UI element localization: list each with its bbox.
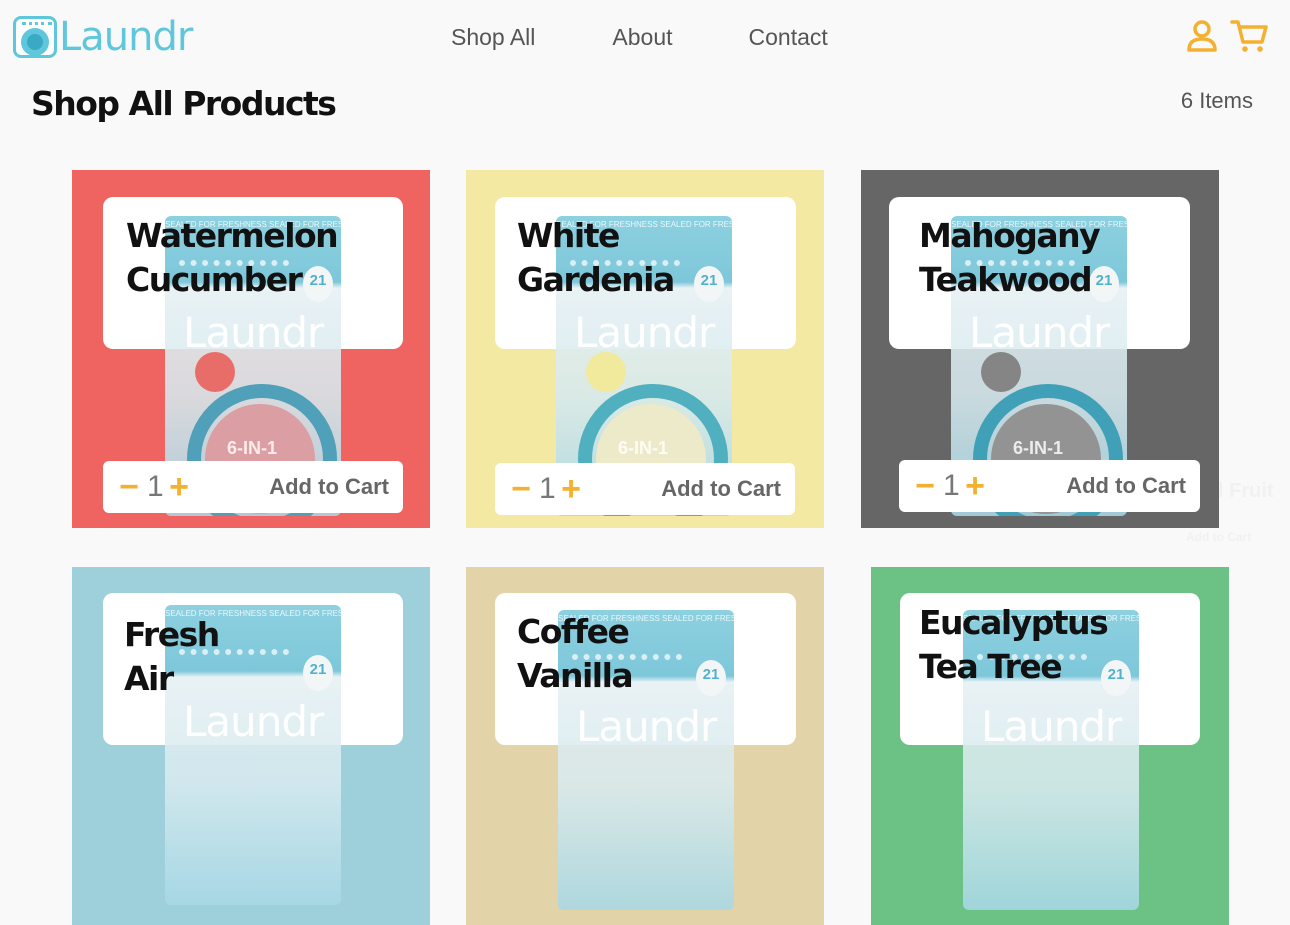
product-name: Coffee Vanilla [517,612,634,695]
product-name: White Gardenia [517,216,675,299]
page-title: Shop All Products [31,84,337,123]
item-count: 6 Items [1180,88,1253,113]
product-card-eucalyptus-tea-tree[interactable]: SEALED FOR FRESHNESS SEALED FOR FRESHNES… [871,567,1229,925]
increment-button[interactable]: + [167,470,191,504]
product-name: Watermelon Cucumber [126,216,339,299]
product-card-white-gardenia[interactable]: SEALED FOR FRESHNESS SEALED FOR FRESHNES… [466,170,824,528]
quantity-bar: − 1 + Add to Cart [495,463,795,515]
product-card-mahogany-teakwood[interactable]: SEALED FOR FRESHNESS SEALED FOR FRESHNES… [861,170,1219,528]
user-icon[interactable] [1186,19,1218,58]
nav-shop-all[interactable]: Shop All [451,24,535,51]
increment-button[interactable]: + [559,472,583,506]
decrement-button[interactable]: − [509,472,533,506]
washing-machine-icon [13,16,57,58]
add-to-cart-button[interactable]: Add to Cart [1066,473,1186,499]
decrement-button[interactable]: − [913,469,937,503]
brand-logo[interactable]: Laundr [13,14,193,60]
add-to-cart-button[interactable]: Add to Cart [661,476,781,502]
cart-icon[interactable] [1230,18,1268,59]
product-name: Fresh Air [124,615,220,698]
ghost-product-name: l Fruit [1218,480,1274,502]
quantity-bar: − 1 + Add to Cart [899,460,1200,512]
product-name: Eucalyptus Tea Tree [919,603,1109,686]
main-nav: Shop All About Contact [451,24,828,51]
quantity-value: 1 [147,470,164,503]
add-to-cart-button[interactable]: Add to Cart [269,474,389,500]
quantity-value: 1 [943,469,960,502]
quantity-bar: − 1 + Add to Cart [103,461,403,513]
ghost-add-to-cart: Add to Cart [1186,530,1252,544]
product-card-coffee-vanilla[interactable]: SEALED FOR FRESHNESS SEALED FOR FRESHNES… [466,567,824,925]
product-card-watermelon-cucumber[interactable]: SEALED FOR FRESHNESS SEALED FOR FRESHNES… [72,170,430,528]
header-icons [1186,18,1268,59]
nav-about[interactable]: About [612,24,672,51]
quantity-value: 1 [539,472,556,505]
product-card-fresh-air[interactable]: SEALED FOR FRESHNESS SEALED FOR FRESHNES… [72,567,430,925]
nav-contact[interactable]: Contact [749,24,828,51]
decrement-button[interactable]: − [117,470,141,504]
brand-name: Laundr [59,14,193,60]
product-name: Mahogany Teakwood [919,216,1101,299]
increment-button[interactable]: + [963,469,987,503]
